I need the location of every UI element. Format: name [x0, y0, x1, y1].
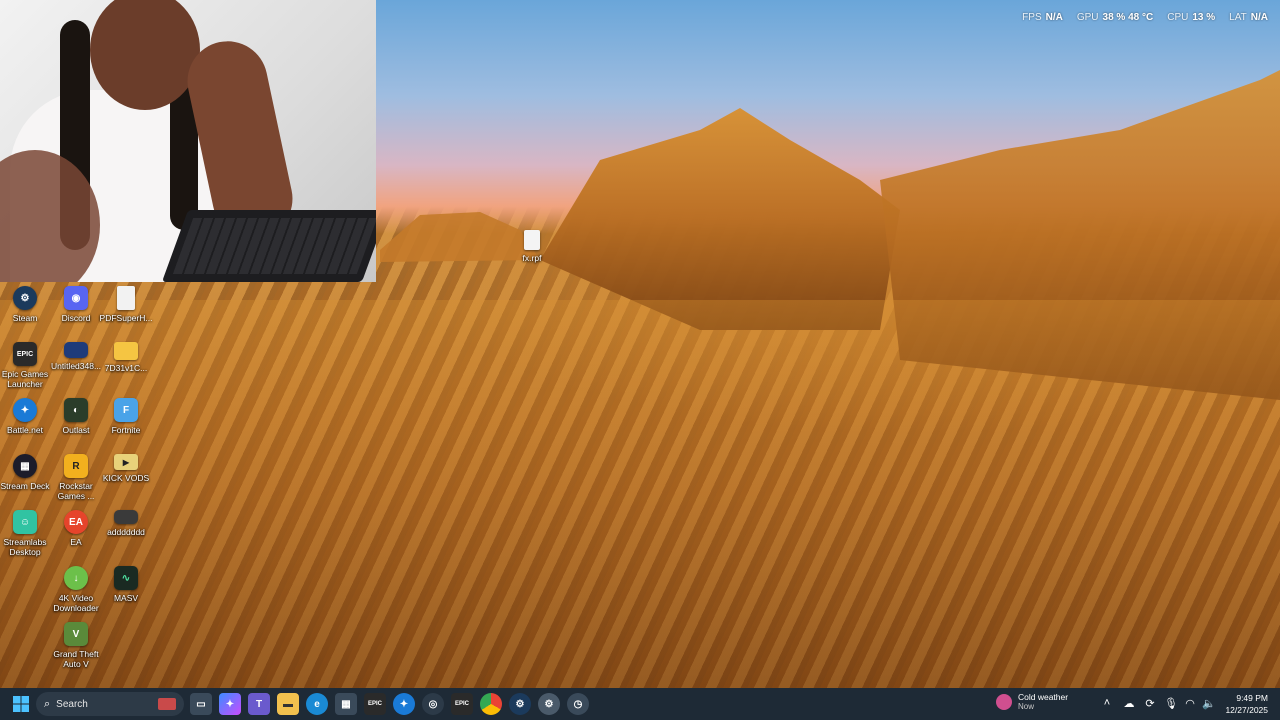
taskbar: ⌕ Search ▭ ✦ T ▬ e ▦ EPIC ✦ ◎ EPIC ⚙ ⚙ ◷…	[0, 688, 1280, 720]
steam-icon: ⚙	[13, 286, 37, 310]
desktop-file-fx-rpf[interactable]: fx.rpf	[507, 230, 557, 263]
task-view-icon[interactable]: ▭	[190, 693, 212, 715]
folder-icon	[114, 342, 138, 360]
webcam-keyboard	[161, 210, 376, 282]
battlenet-icon: ✦	[13, 398, 37, 422]
desktop-icon-stream-deck[interactable]: ▦ Stream Deck	[0, 454, 50, 491]
taskbar-clock[interactable]: 9:49 PM 12/27/2025	[1225, 692, 1268, 716]
rockstar-icon: R	[64, 454, 88, 478]
desktop-icon-outlast[interactable]: ◐ Outlast	[51, 398, 101, 435]
hud-cpu: CPU 13 %	[1167, 12, 1216, 23]
desktop-icon-addddddd[interactable]: addddddd	[101, 510, 151, 537]
file-explorer-icon[interactable]: ▬	[277, 693, 299, 715]
tray-app-icon[interactable]: ⟳	[1143, 696, 1157, 710]
chevron-up-icon[interactable]: ˄	[1100, 696, 1114, 710]
hud-fps: FPS N/A	[1022, 12, 1063, 23]
streamlabs-icon: ☺	[13, 510, 37, 534]
hud-gpu: GPU 38 % 48 °C	[1076, 12, 1154, 23]
edge-icon[interactable]: e	[306, 693, 328, 715]
image-file-icon	[64, 342, 88, 358]
performance-overlay: FPS N/A GPU 38 % 48 °C CPU 13 % LAT N/A	[1022, 12, 1268, 23]
desktop-icon-masv[interactable]: ∿ MASV	[101, 566, 151, 603]
thermometer-icon	[996, 693, 1012, 710]
epic-games-taskbar-icon[interactable]: EPIC	[364, 693, 386, 715]
video-file-icon	[114, 510, 138, 524]
desktop-icon-steam[interactable]: ⚙ Steam	[0, 286, 50, 323]
discord-icon: ◉	[64, 286, 88, 310]
masv-icon: ∿	[114, 566, 138, 590]
desktop-icon-gta-v[interactable]: V Grand Theft Auto V	[51, 622, 101, 669]
desktop-icon-folder-7d31[interactable]: 7D31v1C...	[101, 342, 151, 373]
search-highlight-icon	[158, 698, 176, 710]
onedrive-icon[interactable]: ☁	[1122, 696, 1136, 710]
clock-app-icon[interactable]: ◷	[567, 693, 589, 715]
taskbar-search-box[interactable]: ⌕ Search	[36, 692, 184, 716]
steam-taskbar-icon[interactable]: ⚙	[509, 693, 531, 715]
desktop-icon-rockstar[interactable]: R Rockstar Games ...	[51, 454, 101, 501]
desktop-icon-epic-games[interactable]: EPIC Epic Games Launcher	[0, 342, 50, 389]
folder-video-icon: ▶	[114, 454, 138, 470]
outlast-icon: ◐	[64, 398, 88, 422]
search-icon: ⌕	[44, 697, 51, 710]
microphone-icon[interactable]: 🎙	[1164, 696, 1178, 710]
desktop-icon-ea[interactable]: EA EA	[51, 510, 101, 547]
fortnite-icon: F	[114, 398, 138, 422]
desktop-icon-kick-vods[interactable]: ▶ KICK VODS	[101, 454, 151, 483]
webcam-overlay	[0, 0, 376, 282]
chrome-icon[interactable]	[480, 693, 502, 715]
microsoft-store-icon[interactable]: ▦	[335, 693, 357, 715]
desktop-icon-discord[interactable]: ◉ Discord	[51, 286, 101, 323]
teams-icon[interactable]: T	[248, 693, 270, 715]
document-icon	[117, 286, 135, 310]
epic-games-icon: EPIC	[13, 342, 37, 366]
desktop-icon-untitled[interactable]: Untitled348...	[51, 342, 101, 371]
desktop-icon-battlenet[interactable]: ✦ Battle.net	[0, 398, 50, 435]
windows-logo-icon	[13, 696, 29, 712]
ea-icon: EA	[64, 510, 88, 534]
weather-widget[interactable]: Cold weather Now	[996, 692, 1068, 711]
battlenet-taskbar-icon[interactable]: ✦	[393, 693, 415, 715]
start-button[interactable]	[10, 693, 32, 715]
copilot-icon[interactable]: ✦	[219, 693, 241, 715]
document-icon	[524, 230, 540, 250]
desktop-icon-streamlabs[interactable]: ☺ Streamlabs Desktop	[0, 510, 50, 557]
app-taskbar-icon[interactable]: ◎	[422, 693, 444, 715]
stream-deck-icon: ▦	[13, 454, 37, 478]
wifi-icon[interactable]: ◠	[1183, 696, 1197, 710]
desktop-icon-4k-video-downloader[interactable]: ↓ 4K Video Downloader	[51, 566, 101, 613]
settings-icon[interactable]: ⚙	[538, 693, 560, 715]
volume-icon[interactable]: 🔈	[1202, 696, 1216, 710]
epic-games-taskbar-icon-2[interactable]: EPIC	[451, 693, 473, 715]
desktop-icon-fortnite[interactable]: F Fortnite	[101, 398, 151, 435]
download-icon: ↓	[64, 566, 88, 590]
gta-icon: V	[64, 622, 88, 646]
desktop-icon-pdfsuper[interactable]: PDFSuperH...	[100, 286, 152, 323]
hud-lat: LAT N/A	[1229, 12, 1268, 23]
